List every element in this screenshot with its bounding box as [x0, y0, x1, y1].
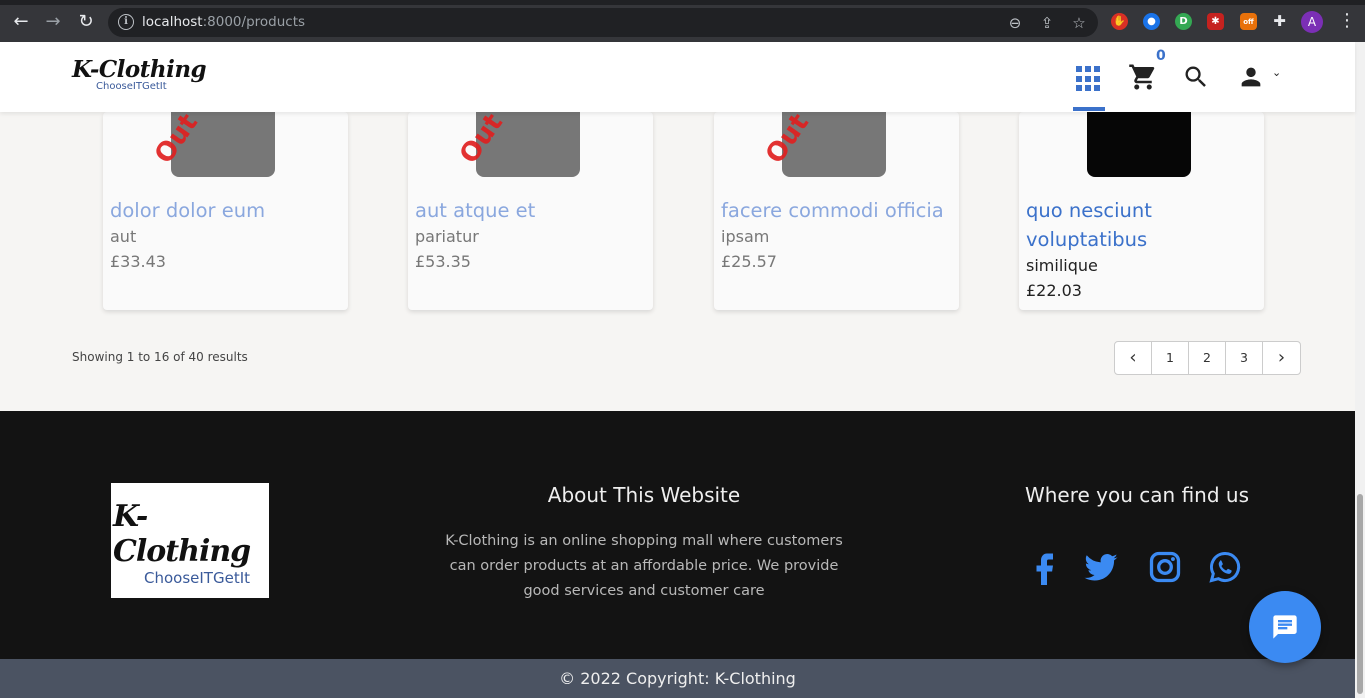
page-2-button[interactable]: 2: [1189, 342, 1226, 374]
browser-menu-icon[interactable]: ⋮: [1338, 11, 1356, 31]
instagram-icon[interactable]: [1147, 549, 1183, 585]
find-us-title: Where you can find us: [1024, 483, 1249, 507]
adblock-extension-icon[interactable]: ✋: [1111, 13, 1128, 30]
product-price: £53.35: [415, 252, 471, 271]
extension-d-icon[interactable]: D: [1175, 13, 1192, 30]
bookmark-star-icon[interactable]: ☆: [1070, 14, 1088, 32]
results-summary: Showing 1 to 16 of 40 results: [72, 350, 248, 364]
whatsapp-icon[interactable]: [1207, 549, 1243, 585]
products-grid-icon[interactable]: [1076, 62, 1102, 92]
cart-count-badge: 0: [1156, 48, 1166, 64]
twitter-icon[interactable]: [1083, 549, 1119, 585]
site-footer: K-Clothing ChooseITGetIt About This Webs…: [0, 411, 1355, 659]
footer-logo: K-Clothing ChooseITGetIt: [111, 483, 269, 598]
back-icon[interactable]: ←: [11, 12, 31, 32]
chat-icon: [1273, 615, 1297, 639]
site-info-icon[interactable]: i: [118, 14, 134, 30]
logo-text: K-Clothing: [72, 56, 207, 83]
active-nav-indicator: [1073, 107, 1105, 111]
copyright-bar: © 2022 Copyright: K-Clothing: [0, 659, 1355, 698]
site-logo[interactable]: K-Clothing ChooseITGetIt: [72, 56, 207, 92]
about-text: K-Clothing is an online shopping mall wh…: [445, 533, 843, 599]
product-category: similique: [1026, 256, 1098, 275]
extension-off-icon[interactable]: off: [1240, 13, 1257, 30]
product-price: £25.57: [721, 252, 777, 271]
pagination: ‹ 1 2 3 ›: [1114, 341, 1301, 375]
share-icon[interactable]: ⇪: [1038, 14, 1056, 32]
product-name[interactable]: facere commodi officia: [721, 196, 953, 225]
chat-button[interactable]: [1249, 591, 1321, 663]
product-name[interactable]: dolor dolor eum: [110, 196, 342, 225]
page-3-button[interactable]: 3: [1226, 342, 1263, 374]
product-name[interactable]: aut atque et: [415, 196, 647, 225]
extension-off-label: off: [1243, 18, 1254, 26]
user-account-icon[interactable]: [1237, 62, 1265, 92]
product-name[interactable]: quo nesciunt voluptatibus: [1026, 196, 1258, 254]
profile-avatar[interactable]: A: [1301, 11, 1323, 33]
product-price: £33.43: [110, 252, 166, 271]
page-scrollbar[interactable]: [1355, 42, 1365, 698]
about-title: About This Website: [547, 483, 741, 507]
product-card[interactable]: Out of Stock aut atque et pariatur £53.3…: [408, 112, 653, 310]
cart-icon[interactable]: [1128, 62, 1158, 92]
url-host: localhost: [142, 14, 203, 30]
product-image[interactable]: [1087, 112, 1191, 177]
product-card[interactable]: Out of Stock facere commodi officia ipsa…: [714, 112, 959, 310]
url-path: :8000/products: [202, 14, 306, 30]
next-page-button[interactable]: ›: [1263, 342, 1300, 374]
product-category: aut: [110, 227, 137, 246]
forward-icon[interactable]: →: [43, 12, 63, 32]
browser-toolbar: ← → ↻ i localhost:8000/products ⊖ ⇪ ☆ ✋ …: [0, 0, 1365, 42]
product-card[interactable]: Out of Stock dolor dolor eum aut £33.43: [103, 112, 348, 310]
extensions-puzzle-icon[interactable]: ✚: [1271, 13, 1288, 30]
address-bar[interactable]: i localhost:8000/products ⊖ ⇪ ☆: [108, 8, 1098, 37]
reload-icon[interactable]: ↻: [76, 12, 96, 32]
footer-logo-text: K-Clothing: [113, 499, 251, 569]
search-icon[interactable]: [1182, 62, 1210, 92]
extension-globe-icon[interactable]: ●: [1143, 13, 1160, 30]
zoom-icon[interactable]: ⊖: [1006, 14, 1024, 32]
scrollbar-thumb[interactable]: [1357, 494, 1363, 694]
footer-logo-tagline: ChooseITGetIt: [144, 569, 251, 587]
site-header: K-Clothing ChooseITGetIt 0 ⌄: [0, 42, 1355, 112]
product-category: ipsam: [721, 227, 770, 246]
url-text[interactable]: localhost:8000/products: [142, 14, 305, 30]
product-category: pariatur: [415, 227, 479, 246]
extension-bug-icon[interactable]: ✱: [1207, 13, 1224, 30]
prev-page-button[interactable]: ‹: [1115, 342, 1152, 374]
tab-strip: [0, 0, 1365, 5]
chevron-down-icon[interactable]: ⌄: [1272, 66, 1281, 79]
facebook-icon[interactable]: [1026, 549, 1062, 585]
page-1-button[interactable]: 1: [1152, 342, 1189, 374]
product-card[interactable]: quo nesciunt voluptatibus similique £22.…: [1019, 112, 1264, 310]
product-price: £22.03: [1026, 281, 1082, 300]
